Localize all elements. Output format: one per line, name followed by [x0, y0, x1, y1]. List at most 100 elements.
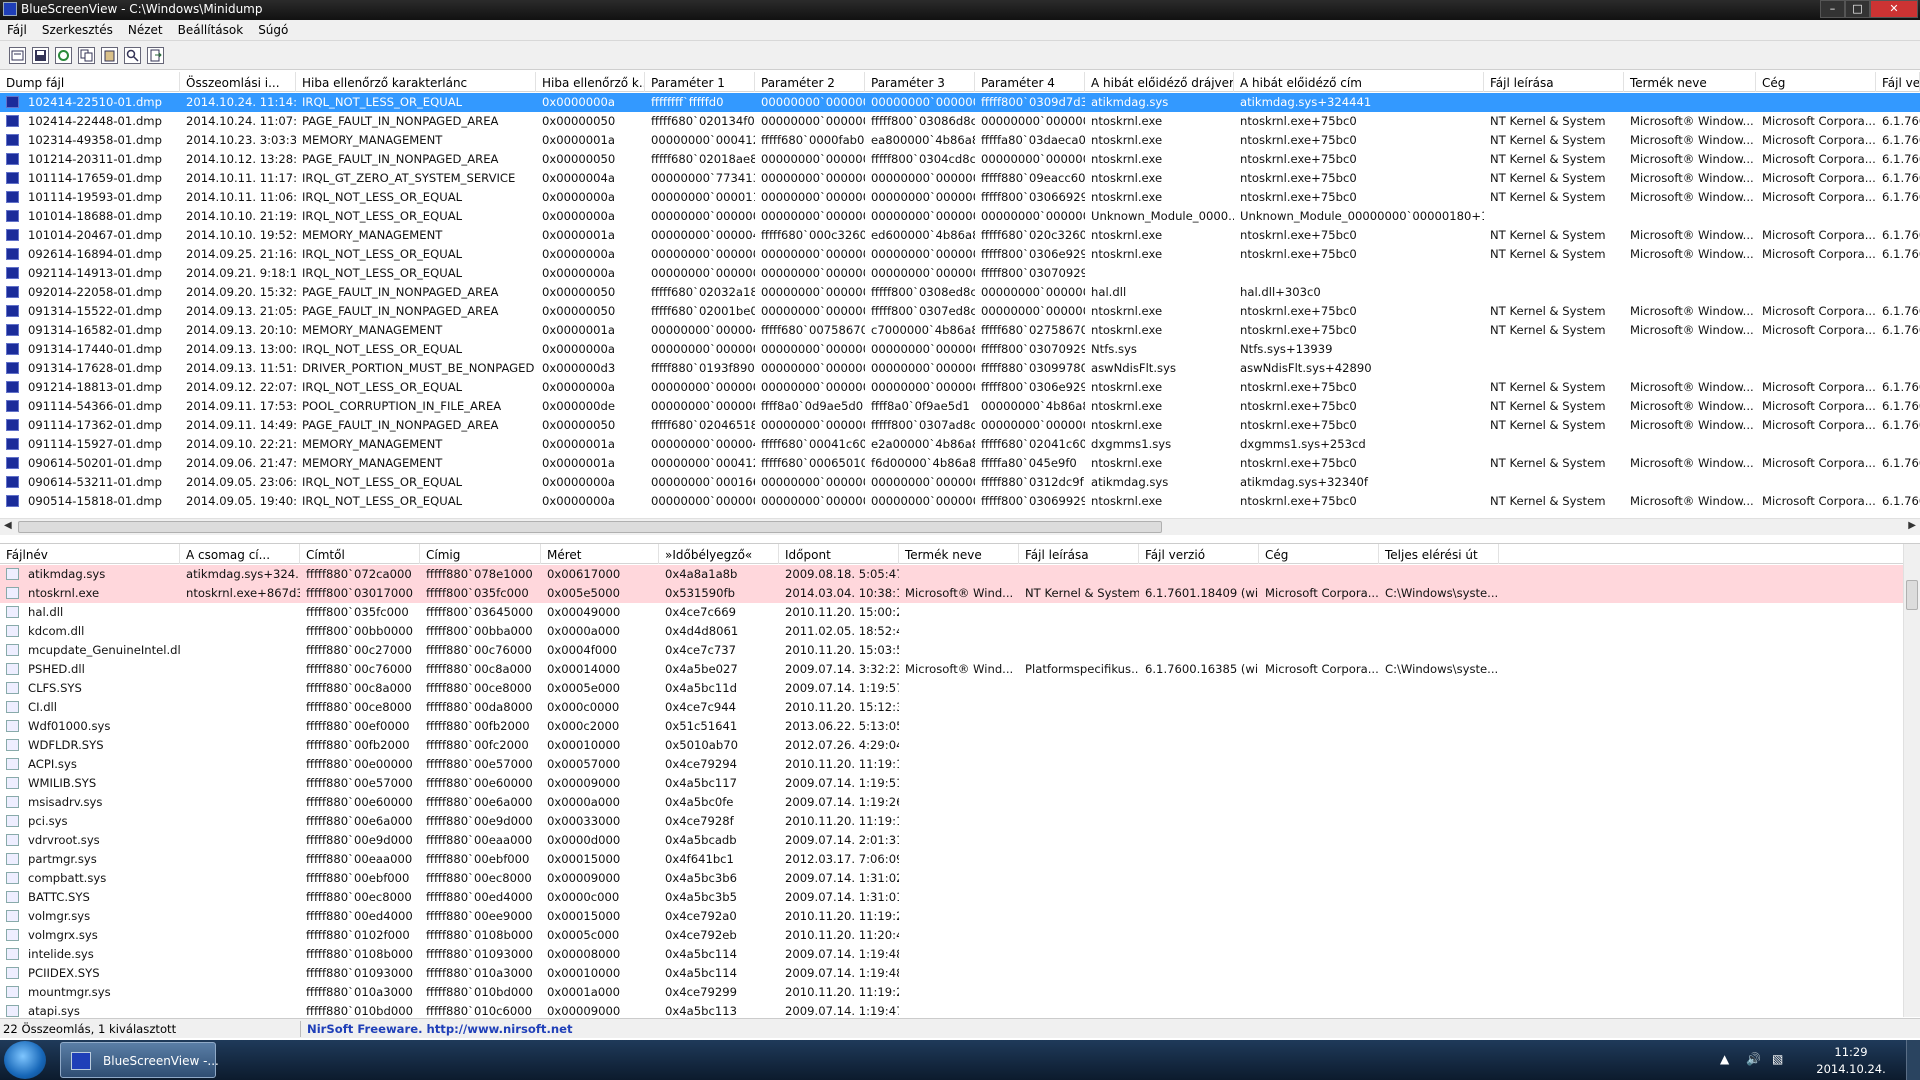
paste-icon[interactable] — [101, 47, 118, 64]
driver-row[interactable]: partmgr.sys fffff880`00eaa000 fffff880`00e… — [0, 850, 1920, 869]
col-parameter-3-header[interactable]: Paraméter 3 — [865, 72, 975, 92]
refresh-icon[interactable] — [55, 47, 72, 64]
col-caused-by-driver-header[interactable]: A hibát előidéző drájver — [1085, 72, 1234, 92]
maximize-button[interactable]: □ — [1845, 0, 1870, 18]
crash-dump-row[interactable]: 101114-19593-01.dmp 2014.10.11. 11:06:58 I… — [0, 188, 1920, 207]
close-button[interactable]: ✕ — [1870, 0, 1918, 18]
col-filename-header[interactable]: Fájlnév — [0, 544, 180, 564]
driver-row[interactable]: PSHED.dll fffff880`00c76000 fffff880`00c8a… — [0, 660, 1920, 679]
menu-view[interactable]: Nézet — [121, 20, 171, 37]
clock-time[interactable]: 11:29 — [1816, 1045, 1886, 1059]
menu-edit[interactable]: Szerkesztés — [35, 20, 121, 37]
col-parameter-2-header[interactable]: Paraméter 2 — [755, 72, 865, 92]
clock-date[interactable]: 2014.10.24. — [1816, 1062, 1886, 1076]
driver-row[interactable]: pci.sys fffff880`00e6a000 fffff880`00e9d00… — [0, 812, 1920, 831]
col-bug-check-string-header[interactable]: Hiba ellenőrző karakterlánc — [296, 72, 536, 92]
exit-icon[interactable] — [147, 47, 164, 64]
col-caused-by-address-header[interactable]: A hibát előidéző cím — [1234, 72, 1484, 92]
volume-icon[interactable]: 🔊 — [1746, 1052, 1761, 1066]
start-button[interactable] — [4, 1041, 46, 1079]
crash-dump-row[interactable]: 092114-14913-01.dmp 2014.09.21. 9:18:17 IR… — [0, 264, 1920, 283]
driver-row[interactable]: PCIIDEX.SYS fffff880`01093000 fffff880`010… — [0, 964, 1920, 983]
driver-row[interactable]: WMILIB.SYS fffff880`00e57000 fffff880`00e6… — [0, 774, 1920, 793]
crash-dump-row[interactable]: 101014-20467-01.dmp 2014.10.10. 19:52:55 M… — [0, 226, 1920, 245]
driver-row[interactable]: BATTC.SYS fffff880`00ec8000 fffff880`00ed4… — [0, 888, 1920, 907]
col-parameter-1-header[interactable]: Paraméter 1 — [645, 72, 755, 92]
scrollbar-thumb[interactable] — [18, 521, 1162, 533]
crash-dump-row[interactable]: 091114-15927-01.dmp 2014.09.10. 22:21:53 M… — [0, 435, 1920, 454]
col-company-header[interactable]: Cég — [1756, 72, 1876, 92]
driver-row[interactable]: volmgr.sys fffff880`00ed4000 fffff880`00ee… — [0, 907, 1920, 926]
col-product-name-header[interactable]: Termék neve — [1624, 72, 1756, 92]
driver-row[interactable]: ACPI.sys fffff880`00e00000 fffff880`00e570… — [0, 755, 1920, 774]
crash-dump-row[interactable]: 102314-49358-01.dmp 2014.10.23. 3:03:30 ME… — [0, 131, 1920, 150]
crash-dump-row[interactable]: 091314-17628-01.dmp 2014.09.13. 11:51:32 D… — [0, 359, 1920, 378]
crash-dump-row[interactable]: 102414-22448-01.dmp 2014.10.24. 11:07:17 P… — [0, 112, 1920, 131]
driver-row[interactable]: kdcom.dll fffff800`00bb0000 fffff800`00bba… — [0, 622, 1920, 641]
driver-row[interactable]: ntoskrnl.exe ntoskrnl.exe+867d3 fffff800`0… — [0, 584, 1920, 603]
col-timestamp-header[interactable]: »Időbélyegző« — [659, 544, 779, 564]
crash-dump-row[interactable]: 101214-20311-01.dmp 2014.10.12. 13:28:19 P… — [0, 150, 1920, 169]
col-bug-check-code-header[interactable]: Hiba ellenőrző k... — [536, 72, 645, 92]
tray-expand-icon[interactable]: ▲ — [1720, 1052, 1729, 1066]
menu-options[interactable]: Beállítások — [171, 20, 252, 37]
network-icon[interactable]: ▧ — [1772, 1052, 1783, 1066]
show-desktop-button[interactable] — [1906, 1040, 1920, 1080]
col-parameter-4-header[interactable]: Paraméter 4 — [975, 72, 1085, 92]
crash-dump-row[interactable]: 101114-17659-01.dmp 2014.10.11. 11:17:00 I… — [0, 169, 1920, 188]
col-product-name-header[interactable]: Termék neve — [899, 544, 1019, 564]
col-size-header[interactable]: Méret — [541, 544, 659, 564]
scroll-right-icon[interactable]: ▶ — [1908, 520, 1916, 531]
horizontal-scrollbar[interactable]: ◀ ▶ — [0, 518, 1920, 535]
col-file-description-header[interactable]: Fájl leírása — [1019, 544, 1139, 564]
driver-row[interactable]: hal.dll fffff800`035fc000 fffff800`0364500… — [0, 603, 1920, 622]
driver-row[interactable]: vdrvroot.sys fffff880`00e9d000 fffff880`00… — [0, 831, 1920, 850]
nirsoft-link[interactable]: NirSoft Freeware. http://www.nirsoft.net — [307, 1022, 573, 1036]
col-time-string-header[interactable]: Időpont — [779, 544, 899, 564]
driver-row[interactable]: mcupdate_GenuineIntel.dll fffff880`00c270… — [0, 641, 1920, 660]
col-dump-file-header[interactable]: Dump fájl — [0, 72, 180, 92]
driver-row[interactable]: atikmdag.sys atikmdag.sys+324... fffff880`… — [0, 565, 1920, 584]
crash-dump-row[interactable]: 092014-22058-01.dmp 2014.09.20. 15:32:20 P… — [0, 283, 1920, 302]
driver-row[interactable]: volmgrx.sys fffff880`0102f000 fffff880`010… — [0, 926, 1920, 945]
crash-dump-row[interactable]: 091214-18813-01.dmp 2014.09.12. 22:07:17 I… — [0, 378, 1920, 397]
crash-dump-row[interactable]: 090514-15818-01.dmp 2014.09.05. 19:40:22 I… — [0, 492, 1920, 511]
crash-dump-row[interactable]: 091314-15522-01.dmp 2014.09.13. 21:05:46 P… — [0, 302, 1920, 321]
driver-row[interactable]: CI.dll fffff880`00ce8000 fffff880`00da8000… — [0, 698, 1920, 717]
copy-icon[interactable] — [78, 47, 95, 64]
col-company-header[interactable]: Cég — [1259, 544, 1379, 564]
crash-dump-row[interactable]: 102414-22510-01.dmp 2014.10.24. 11:14:20 I… — [0, 93, 1920, 112]
minimize-button[interactable]: – — [1820, 0, 1845, 18]
save-icon[interactable] — [32, 47, 49, 64]
col-file-description-header[interactable]: Fájl leírása — [1484, 72, 1624, 92]
col-to-address-header[interactable]: Címig — [420, 544, 541, 564]
menu-help[interactable]: Súgó — [251, 20, 296, 37]
properties-icon[interactable] — [9, 47, 26, 64]
driver-row[interactable]: WDFLDR.SYS fffff880`00fb2000 fffff880`00fc… — [0, 736, 1920, 755]
crash-dump-row[interactable]: 090614-50201-01.dmp 2014.09.06. 21:47:04 M… — [0, 454, 1920, 473]
scrollbar-thumb[interactable] — [1906, 580, 1918, 610]
col-from-address-header[interactable]: Címtől — [300, 544, 420, 564]
crash-dump-row[interactable]: 092614-16894-01.dmp 2014.09.25. 21:16:46 I… — [0, 245, 1920, 264]
col-file-version-header[interactable]: Fájl verz — [1876, 72, 1920, 92]
driver-row[interactable]: compbatt.sys fffff880`00ebf000 fffff880`00… — [0, 869, 1920, 888]
col-crash-time-header[interactable]: Összeomlási i... — [180, 72, 296, 92]
scroll-left-icon[interactable]: ◀ — [4, 520, 12, 531]
vertical-scrollbar[interactable] — [1903, 544, 1920, 1017]
crash-dump-row[interactable]: 091314-17440-01.dmp 2014.09.13. 13:00:46 I… — [0, 340, 1920, 359]
menu-file[interactable]: Fájl — [0, 20, 35, 37]
crash-dump-row[interactable]: 091314-16582-01.dmp 2014.09.13. 20:10:38 M… — [0, 321, 1920, 340]
crash-dump-row[interactable]: 091114-54366-01.dmp 2014.09.11. 17:53:30 P… — [0, 397, 1920, 416]
col-full-path-header[interactable]: Teljes elérési út — [1379, 544, 1499, 564]
driver-row[interactable]: msisadrv.sys fffff880`00e60000 fffff880`00… — [0, 793, 1920, 812]
crash-dump-row[interactable]: 090614-53211-01.dmp 2014.09.05. 23:06:40 I… — [0, 473, 1920, 492]
driver-row[interactable]: CLFS.SYS fffff880`00c8a000 fffff880`00ce80… — [0, 679, 1920, 698]
driver-row[interactable]: Wdf01000.sys fffff880`00ef0000 fffff880`00… — [0, 717, 1920, 736]
crash-dump-row[interactable]: 091114-17362-01.dmp 2014.09.11. 14:49:38 P… — [0, 416, 1920, 435]
crash-dump-row[interactable]: 101014-18688-01.dmp 2014.10.10. 21:19:36 I… — [0, 207, 1920, 226]
find-icon[interactable] — [124, 47, 141, 64]
driver-row[interactable]: intelide.sys fffff880`0108b000 fffff880`01… — [0, 945, 1920, 964]
col-file-version-header[interactable]: Fájl verzió — [1139, 544, 1259, 564]
driver-row[interactable]: atapi.sys fffff880`010bd000 fffff880`010c6… — [0, 1002, 1920, 1017]
col-address-in-stack-header[interactable]: A csomag cí... — [180, 544, 300, 564]
